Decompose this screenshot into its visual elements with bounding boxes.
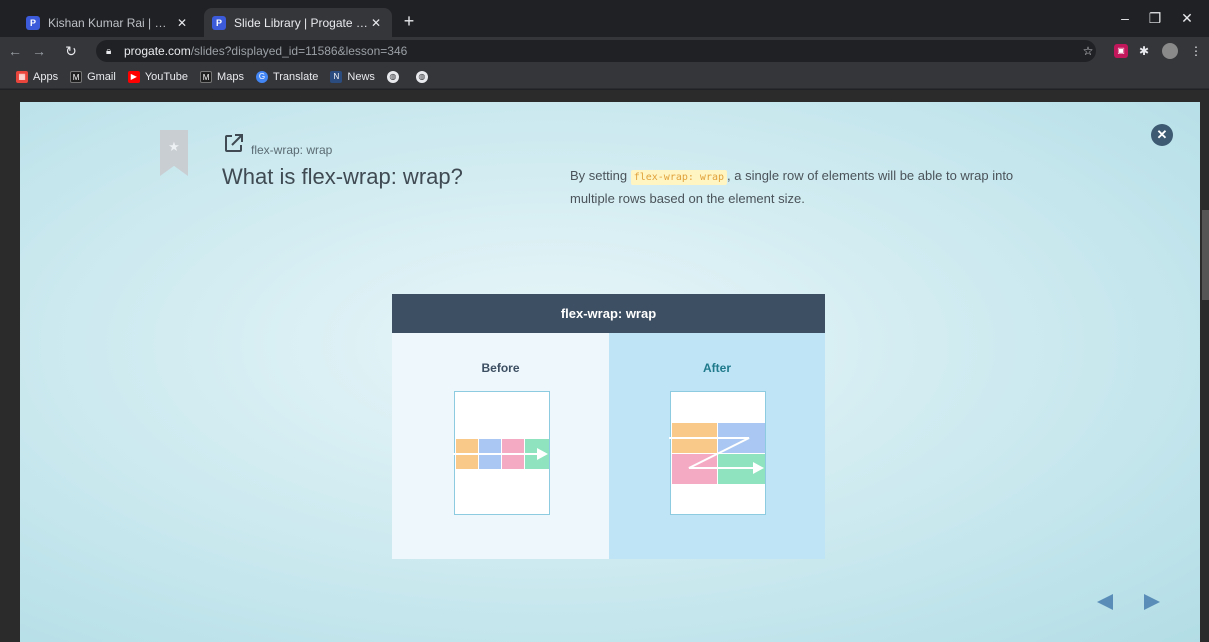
wrap-direction-arrow-icon (669, 437, 764, 474)
tab-kishan-kumar-rai[interactable]: P Kishan Kumar Rai | Progate - Lea ✕ (18, 8, 198, 37)
news-icon: N (330, 70, 343, 83)
globe-icon: ◍ (415, 70, 428, 83)
star-icon: ★ (168, 139, 180, 154)
browser-tab-bar: P Kishan Kumar Rai | Progate - Lea ✕ P S… (0, 0, 1209, 37)
progate-favicon-icon: P (212, 15, 226, 30)
bookmarks-bar: ▦ Apps M Gmail ▶ YouTube M Maps G Transl… (0, 65, 1209, 89)
page-scrollbar[interactable] (1202, 210, 1209, 300)
tab-title: Slide Library | Progate - Learn to (234, 15, 368, 30)
bookmark-label: YouTube (144, 70, 189, 83)
maps-icon: M (200, 70, 213, 83)
triangle-left-icon[interactable] (1097, 594, 1113, 610)
minimize-icon[interactable]: – (1110, 8, 1140, 28)
reload-icon[interactable]: ↻ (60, 41, 82, 61)
browser-toolbar: ← → ↻ 🔒︎ progate.com /slides?displayed_i… (0, 37, 1209, 65)
lock-icon: 🔒︎ (106, 45, 112, 57)
bookmark-news[interactable]: N News (330, 70, 375, 83)
before-label: Before (481, 361, 520, 375)
slide-topic: flex-wrap: wrap (251, 143, 333, 157)
slide-modal: ★ flex-wrap: wrap What is flex-wrap: wra… (20, 102, 1200, 642)
tab-title: Kishan Kumar Rai | Progate - Lea (48, 15, 174, 30)
bookmark-globe-2[interactable]: ◍ (415, 70, 433, 83)
bookmark-globe-1[interactable]: ◍ (386, 70, 404, 83)
profile-avatar-icon[interactable] (1162, 43, 1178, 59)
bookmark-label: Translate (272, 70, 319, 83)
after-panel: After (609, 333, 825, 559)
window-close-icon[interactable]: ✕ (1172, 8, 1202, 28)
address-bar[interactable]: 🔒︎ progate.com /slides?displayed_id=1158… (96, 40, 1096, 62)
tab-close-icon[interactable]: ✕ (368, 16, 384, 30)
slide-description: By setting flex-wrap: wrap, a single row… (570, 165, 1040, 209)
progate-favicon-icon: P (26, 15, 40, 30)
youtube-icon: ▶ (127, 70, 140, 83)
bookmark-label: News (347, 70, 375, 83)
flex-wrap-illustration: flex-wrap: wrap Before After (392, 294, 825, 559)
back-arrow-icon[interactable]: ← (4, 41, 26, 61)
tab-close-icon[interactable]: ✕ (174, 16, 190, 30)
description-code: flex-wrap: wrap (630, 170, 728, 185)
bookmark-label: Maps (217, 70, 244, 83)
after-frame (669, 391, 766, 515)
bookmark-translate[interactable]: G Translate (255, 70, 319, 83)
slide-title: What is flex-wrap: wrap? (222, 164, 463, 189)
before-panel: Before (392, 333, 609, 559)
bookmark-ribbon-icon[interactable]: ★ (160, 130, 188, 176)
triangle-right-icon[interactable] (1144, 594, 1160, 610)
url-path: /slides?displayed_id=11586&lesson=346 (190, 44, 408, 58)
description-text: By setting (570, 168, 631, 183)
bookmark-label: Apps (33, 70, 59, 83)
after-label: After (702, 361, 731, 375)
extension-pocket-icon[interactable]: ▣ (1114, 44, 1128, 58)
before-frame (453, 391, 550, 515)
close-circle-icon[interactable]: ✕ (1151, 124, 1173, 146)
gmail-icon: M (70, 70, 83, 83)
bookmark-label: Gmail (87, 70, 116, 83)
bookmark-youtube[interactable]: ▶ YouTube (127, 70, 189, 83)
direction-arrow-icon (453, 448, 548, 460)
bookmark-maps[interactable]: M Maps (200, 70, 244, 83)
new-tab-plus-icon[interactable]: + (398, 11, 420, 33)
bookmark-gmail[interactable]: M Gmail (70, 70, 116, 83)
bookmark-apps[interactable]: ▦ Apps (16, 70, 59, 83)
bookmark-star-icon[interactable]: ☆ (1078, 41, 1098, 61)
apps-grid-icon: ▦ (16, 70, 28, 83)
url-host: progate.com (124, 44, 191, 58)
forward-arrow-icon[interactable]: → (28, 41, 50, 61)
translate-icon: G (255, 70, 268, 83)
external-link-icon[interactable] (223, 132, 245, 154)
restore-icon[interactable]: ❐ (1140, 8, 1170, 28)
extensions-puzzle-icon[interactable]: ✱ (1134, 41, 1154, 61)
tab-slide-library[interactable]: P Slide Library | Progate - Learn to ✕ (204, 8, 392, 37)
menu-kebab-icon[interactable]: ⋮ (1186, 41, 1206, 61)
illustration-header: flex-wrap: wrap (392, 294, 825, 333)
globe-icon: ◍ (386, 70, 399, 83)
